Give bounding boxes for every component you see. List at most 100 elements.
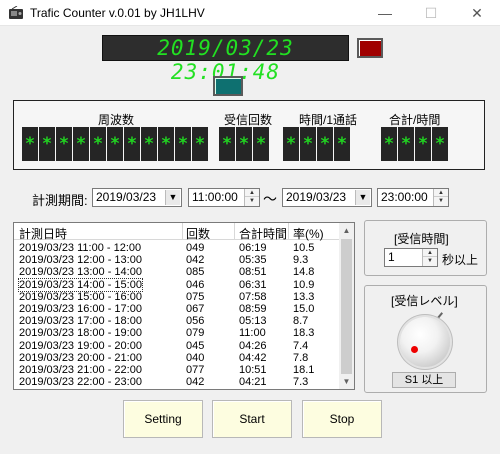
end-time-value: 23:00:00 (381, 190, 428, 204)
spin-up-icon[interactable]: ▲ (423, 249, 437, 257)
segment-digit: * (398, 127, 414, 161)
scroll-down-icon[interactable]: ▼ (339, 374, 354, 389)
cell-total-time: 08:59 (239, 303, 267, 315)
cell-datetime: 2019/03/23 15:00 - 16:00 (19, 290, 142, 303)
scroll-thumb[interactable] (341, 239, 352, 374)
receive-time-suffix: 秒以上 (442, 253, 479, 267)
header-rate[interactable]: 率(%) (293, 225, 324, 242)
counter-panel: 周波数 受信回数 時間/1通話 合計/時間 * * * * * * * * * * * * * * * *… (13, 100, 485, 170)
cell-rate: 15.0 (293, 303, 315, 315)
table-row[interactable]: 2019/03/23 16:00 - 17:00 067 08:59 15.0 (14, 303, 339, 315)
received-count-label: 受信回数 (224, 113, 273, 127)
log-header: 計測日時 回数 合計時間 率(%) (14, 223, 339, 242)
segment-digit: * (56, 127, 72, 161)
start-time-spinner[interactable]: ▲ ▼ (244, 189, 259, 206)
setting-button[interactable]: Setting (123, 400, 203, 438)
cell-count: 042 (186, 254, 205, 267)
table-row[interactable]: 2019/03/23 19:00 - 20:00 045 04:26 7.4 (14, 340, 339, 352)
cell-rate: 18.1 (293, 364, 315, 376)
level-knob[interactable] (400, 317, 450, 367)
cell-count: 085 (186, 266, 205, 279)
stop-button[interactable]: Stop (302, 400, 382, 438)
period-separator: ～ (263, 191, 277, 207)
window-title: Trafic Counter v.0.01 by JH1LHV (30, 6, 205, 20)
spin-up-icon[interactable]: ▲ (434, 189, 448, 197)
cell-count: 079 (186, 327, 205, 340)
table-row[interactable]: 2019/03/23 12:00 - 13:00 042 05:35 9.3 (14, 254, 339, 266)
cell-total-time: 11:00 (239, 327, 266, 340)
chevron-down-icon[interactable]: ▼ (165, 190, 180, 205)
table-row[interactable]: 2019/03/23 20:00 - 21:00 040 04:42 7.8 (14, 352, 339, 364)
start-time-value: 11:00:00 (192, 190, 238, 204)
receive-level-title: [受信レベル] (391, 294, 458, 308)
segment-digit: * (39, 127, 55, 161)
segment-digit: * (90, 127, 106, 161)
cell-count: 056 (186, 315, 205, 328)
segment-digit: * (192, 127, 208, 161)
segment-digit: * (253, 127, 269, 161)
cell-total-time: 05:35 (239, 254, 267, 267)
header-total-time[interactable]: 合計時間 (239, 225, 287, 242)
cell-rate: 14.8 (293, 266, 315, 279)
cell-rate: 10.9 (293, 278, 315, 291)
table-row[interactable]: 2019/03/23 14:00 - 15:00 046 06:31 10.9 (14, 277, 339, 292)
segment-digit: * (432, 127, 448, 161)
cell-total-time: 05:13 (239, 315, 267, 328)
start-time-picker[interactable]: 11:00:00 ▲ ▼ (188, 188, 260, 207)
cell-total-time: 04:21 (239, 376, 267, 389)
cell-count: 075 (186, 290, 205, 303)
receive-time-spinner[interactable]: ▲ ▼ (422, 249, 437, 266)
cell-total-time: 07:58 (239, 290, 267, 303)
receive-time-input[interactable]: 1 ▲ ▼ (384, 248, 438, 267)
scroll-up-icon[interactable]: ▲ (339, 223, 354, 238)
log-scrollbar[interactable]: ▲ ▼ (339, 223, 354, 389)
close-button[interactable]: ✕ (454, 0, 500, 26)
segment-digit: * (317, 127, 333, 161)
traffic-log-list[interactable]: 計測日時 回数 合計時間 率(%) 2019/03/23 11:00 - 12:… (13, 222, 355, 390)
cell-count: 045 (186, 339, 205, 352)
cell-datetime: 2019/03/23 17:00 - 18:00 (19, 315, 142, 328)
table-row[interactable]: 2019/03/23 11:00 - 12:00 049 06:19 10.5 (14, 242, 339, 254)
end-time-picker[interactable]: 23:00:00 ▲ ▼ (377, 188, 449, 207)
spin-down-icon[interactable]: ▼ (434, 197, 448, 205)
segment-digit: * (141, 127, 157, 161)
maximize-button[interactable]: ☐ (408, 0, 454, 26)
segment-digit: * (381, 127, 397, 161)
segment-digit: * (124, 127, 140, 161)
chevron-down-icon[interactable]: ▼ (355, 190, 370, 205)
table-row[interactable]: 2019/03/23 21:00 - 22:00 077 10:51 18.1 (14, 364, 339, 376)
segment-digit: * (334, 127, 350, 161)
table-row[interactable]: 2019/03/23 22:00 - 23:00 042 04:21 7.3 (14, 376, 339, 388)
minimize-button[interactable]: — (362, 0, 408, 26)
total-time-label: 合計/時間 (389, 113, 441, 127)
level-value: S1 以上 (392, 372, 456, 388)
table-row[interactable]: 2019/03/23 18:00 - 19:00 079 11:00 18.3 (14, 327, 339, 339)
end-time-spinner[interactable]: ▲ ▼ (433, 189, 448, 206)
end-date-picker[interactable]: 2019/03/23 ▼ (282, 188, 372, 207)
start-date-picker[interactable]: 2019/03/23 ▼ (92, 188, 182, 207)
start-button[interactable]: Start (212, 400, 292, 438)
table-row[interactable]: 2019/03/23 17:00 - 18:00 056 05:13 8.7 (14, 315, 339, 327)
spin-down-icon[interactable]: ▼ (423, 257, 437, 265)
receive-time-title: [受信時間] (394, 232, 449, 246)
cell-count: 040 (186, 351, 205, 364)
segment-digit: * (73, 127, 89, 161)
segment-digit: * (415, 127, 431, 161)
cell-rate: 9.3 (293, 254, 309, 267)
cell-rate: 7.4 (293, 339, 309, 352)
spin-down-icon[interactable]: ▼ (245, 197, 259, 205)
segment-digit: * (300, 127, 316, 161)
table-row[interactable]: 2019/03/23 15:00 - 16:00 075 07:58 13.3 (14, 291, 339, 303)
cell-count: 077 (186, 364, 205, 376)
received-count-display: * * * (219, 127, 269, 161)
table-row[interactable]: 2019/03/23 13:00 - 14:00 085 08:51 14.8 (14, 266, 339, 278)
cell-datetime: 2019/03/23 11:00 - 12:00 (19, 242, 142, 254)
segment-digit: * (158, 127, 174, 161)
cell-rate: 7.8 (293, 351, 309, 364)
cell-total-time: 04:26 (239, 339, 267, 352)
status-indicator-red (357, 38, 383, 58)
cell-datetime: 2019/03/23 18:00 - 19:00 (19, 327, 142, 340)
header-count[interactable]: 回数 (186, 225, 210, 242)
header-datetime[interactable]: 計測日時 (19, 225, 67, 242)
spin-up-icon[interactable]: ▲ (245, 189, 259, 197)
